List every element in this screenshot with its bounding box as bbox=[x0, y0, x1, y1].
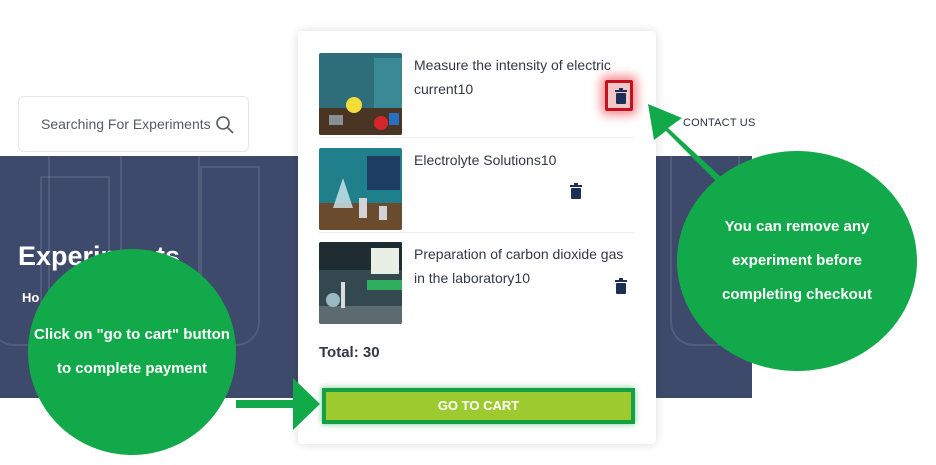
search-placeholder: Searching For Experiments bbox=[41, 116, 211, 132]
cart-item-title[interactable]: Electrolyte Solutions10 bbox=[414, 148, 556, 172]
nav-item-contact[interactable]: CONTACT US bbox=[683, 117, 756, 129]
tip-bubble-go-to-cart: Click on "go to cart" button to complete… bbox=[28, 249, 236, 455]
cart-item: Preparation of carbon dioxide gas in the… bbox=[319, 242, 634, 326]
breadcrumb[interactable]: Ho bbox=[22, 290, 39, 305]
go-to-cart-button[interactable]: GO TO CART bbox=[322, 388, 635, 424]
cart-total: Total: 30 bbox=[319, 344, 380, 361]
tip-bubble-remove-item: You can remove any experiment before com… bbox=[677, 151, 917, 371]
search-icon[interactable] bbox=[215, 115, 235, 135]
cart-item-title[interactable]: Measure the intensity of electric curren… bbox=[414, 53, 634, 101]
tutorial-screenshot: Searching For Experiments S CONTACT US E… bbox=[0, 0, 936, 465]
experiment-thumbnail[interactable] bbox=[319, 242, 402, 324]
trash-icon[interactable] bbox=[614, 88, 628, 104]
cart-item: Electrolyte Solutions10 bbox=[319, 148, 634, 233]
search-box[interactable]: Searching For Experiments bbox=[18, 96, 249, 152]
cart-item: Measure the intensity of electric curren… bbox=[319, 53, 634, 138]
trash-icon[interactable] bbox=[614, 278, 628, 294]
experiment-thumbnail[interactable] bbox=[319, 53, 402, 135]
experiment-thumbnail[interactable] bbox=[319, 148, 402, 230]
cart-dropdown: Measure the intensity of electric curren… bbox=[298, 31, 656, 444]
cart-item-title[interactable]: Preparation of carbon dioxide gas in the… bbox=[414, 242, 634, 290]
trash-icon[interactable] bbox=[569, 183, 583, 199]
